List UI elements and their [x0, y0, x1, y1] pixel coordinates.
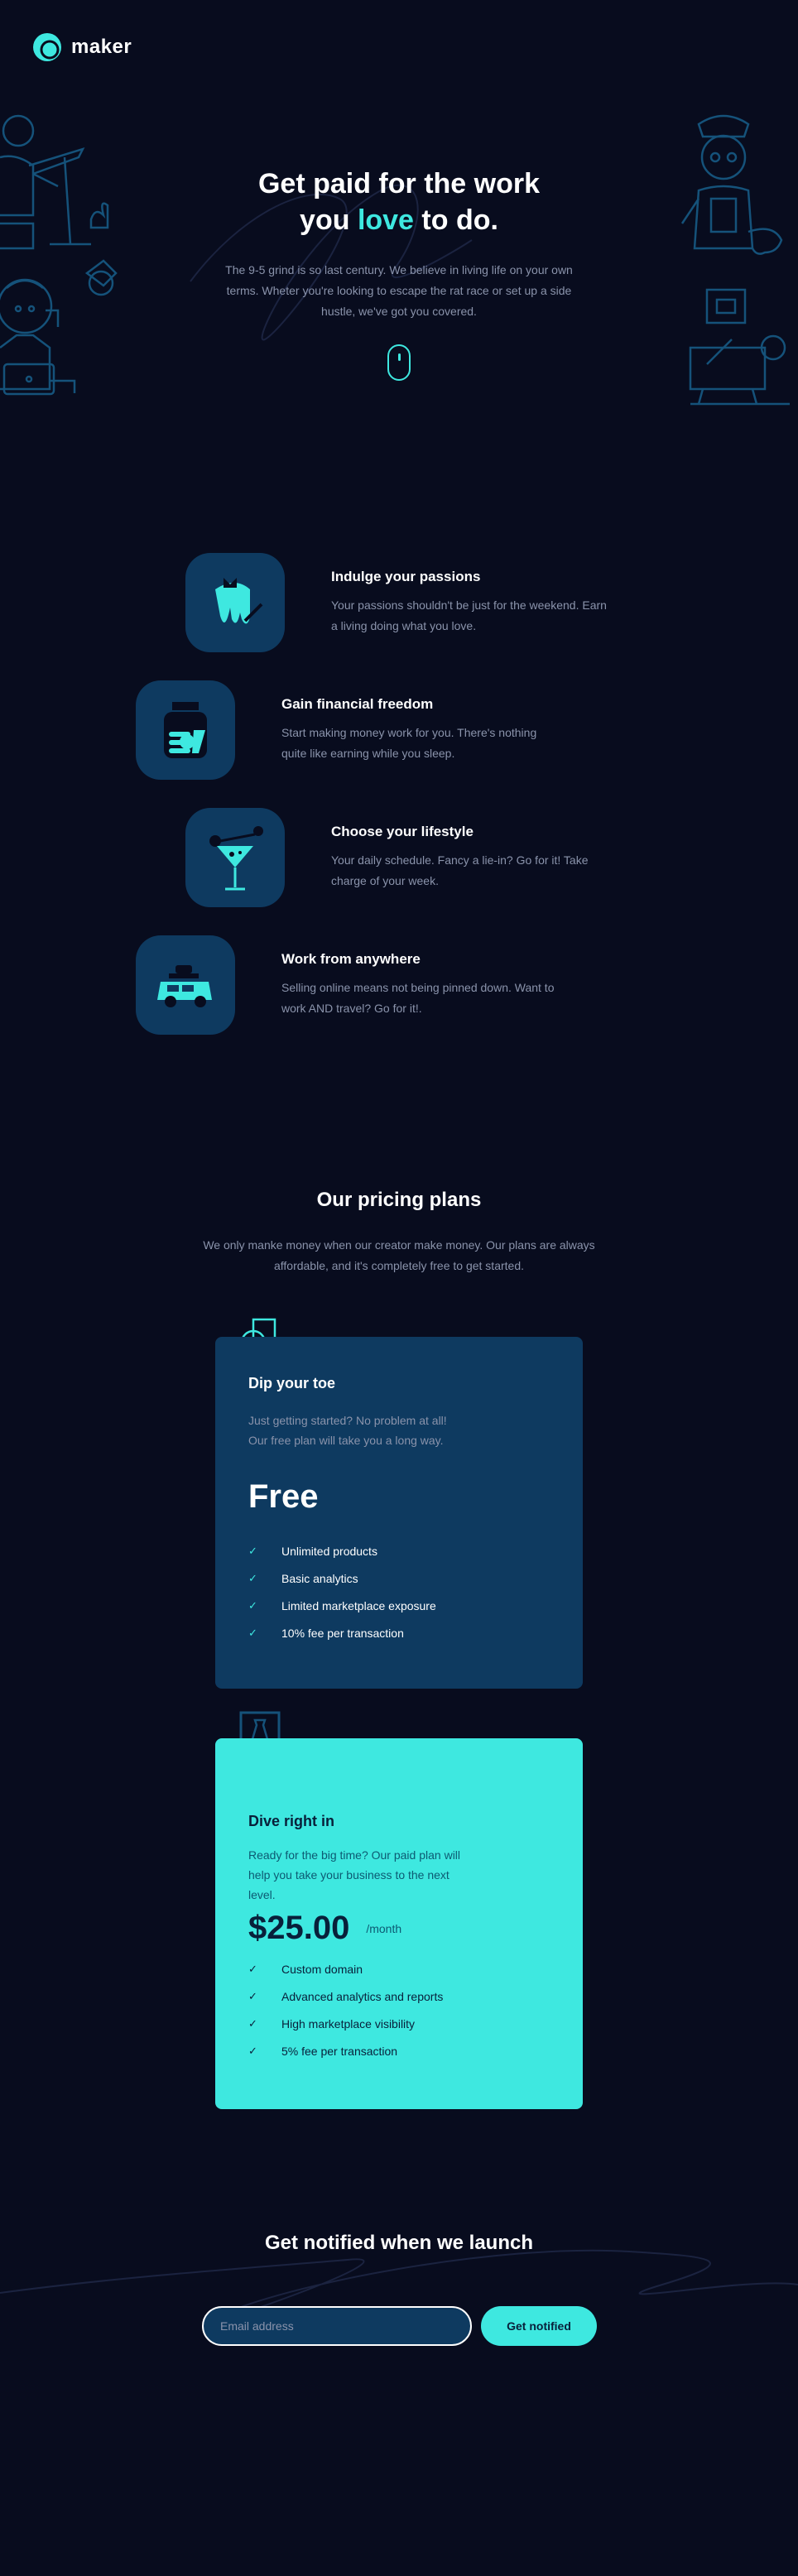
check-icon: ✓ [248, 1962, 257, 1975]
plan-description: Just getting started? No problem at all!… [248, 1414, 447, 1447]
mouse-icon[interactable] [387, 344, 411, 381]
feature-text: Your daily schedule. Fancy a lie-in? Go … [331, 853, 589, 887]
logo-text: maker [71, 36, 132, 58]
logo-mark-icon [31, 31, 63, 63]
pricing-subtitle: We only manke money when our creator mak… [203, 1238, 595, 1272]
hero-title-line-2-pre: you [300, 204, 358, 236]
plan-card-free: Dip your toe Just getting started? No pr… [215, 1337, 583, 1689]
hero-title: Get paid for the work you love to do. [0, 166, 798, 238]
feature-text: Selling online means not being pinned do… [281, 981, 555, 1015]
plan-price-row: Free [248, 1478, 550, 1516]
list-item: ✓ Custom domain [248, 1955, 550, 1982]
check-icon: ✓ [248, 2016, 257, 2030]
plan-feature-text: Custom domain [281, 1962, 363, 1976]
check-icon: ✓ [248, 1544, 257, 1557]
feature-item: Work from anywhere Selling online means … [136, 935, 563, 1035]
car-icon [136, 935, 235, 1035]
feature-title: Gain financial freedom [281, 696, 434, 712]
hero: Get paid for the work you love to do. Th… [0, 166, 798, 322]
plan-feature-text: Advanced analytics and reports [281, 1989, 444, 2003]
check-icon: ✓ [248, 2044, 257, 2057]
hero-text: The 9-5 grind is so last century. We bel… [225, 263, 573, 318]
list-item: ✓ High marketplace visibility [248, 2010, 550, 2037]
list-item: ✓ Basic analytics [248, 1564, 550, 1592]
plan-price: Free [248, 1478, 319, 1515]
feature-text: Your passions shouldn't be just for the … [331, 598, 607, 632]
notify-title: Get notified when we launch [264, 2232, 534, 2254]
feature-text: Start making money work for you. There's… [281, 726, 537, 760]
list-item: ✓ Limited marketplace exposure [248, 1592, 550, 1619]
check-icon: ✓ [248, 1571, 257, 1584]
pricing-title: Our pricing plans [316, 1189, 482, 1211]
paint-drip-icon [185, 553, 285, 652]
feature-item: Indulge your passions Your passions shou… [185, 553, 613, 652]
check-icon: ✓ [248, 1989, 257, 2002]
feature-body: Indulge your passions Your passions shou… [331, 569, 613, 637]
plan-card-paid: Dive right in Ready for the big time? Ou… [215, 1738, 583, 2109]
plan-price: $25.00 [248, 1910, 350, 1946]
money-jar-icon [136, 680, 235, 780]
plan-price-row: $25.00 /month [248, 1910, 550, 1947]
get-notified-button[interactable]: Get notified [481, 2306, 597, 2346]
check-icon: ✓ [248, 1598, 257, 1612]
hero-title-accent: love [357, 204, 414, 236]
plan-name: Dive right in [248, 1813, 335, 1829]
plan-feature-text: 5% fee per transaction [281, 2044, 398, 2058]
plan-name: Dip your toe [248, 1375, 336, 1391]
plan-description: Ready for the big time? Our paid plan wi… [248, 1848, 461, 1901]
feature-body: Gain financial freedom Start making mone… [281, 696, 563, 764]
check-icon: ✓ [248, 1626, 257, 1639]
plan-feature-text: 10% fee per transaction [281, 1626, 404, 1640]
feature-item: Gain financial freedom Start making mone… [136, 680, 563, 780]
feature-title: Work from anywhere [281, 951, 421, 967]
plan-feature-text: Unlimited products [281, 1544, 377, 1558]
plan-feature-text: Limited marketplace exposure [281, 1598, 436, 1612]
hero-title-line-1: Get paid for the work [257, 168, 541, 199]
plan-period: /month [366, 1921, 402, 1935]
logo[interactable]: maker [31, 31, 132, 63]
list-item: ✓ 10% fee per transaction [248, 1619, 550, 1646]
list-item: ✓ 5% fee per transaction [248, 2037, 550, 2064]
cocktail-icon [185, 808, 285, 907]
email-field[interactable] [202, 2306, 472, 2346]
feature-title: Choose your lifestyle [331, 824, 474, 839]
hero-title-line-2-post: to do. [413, 204, 498, 236]
plan-feature-text: Basic analytics [281, 1571, 358, 1585]
list-item: ✓ Unlimited products [248, 1537, 550, 1564]
feature-body: Choose your lifestyle Your daily schedul… [331, 824, 613, 892]
plan-feature-text: High marketplace visibility [281, 2016, 416, 2031]
feature-body: Work from anywhere Selling online means … [281, 951, 563, 1019]
plan-features: ✓ Custom domain ✓ Advanced analytics and r… [248, 1955, 550, 2064]
plan-features: ✓ Unlimited products ✓ Basic analytics ✓ Li… [248, 1537, 550, 1646]
feature-title: Indulge your passions [331, 569, 481, 584]
list-item: ✓ Advanced analytics and reports [248, 1982, 550, 2010]
feature-item: Choose your lifestyle Your daily schedul… [185, 808, 613, 907]
